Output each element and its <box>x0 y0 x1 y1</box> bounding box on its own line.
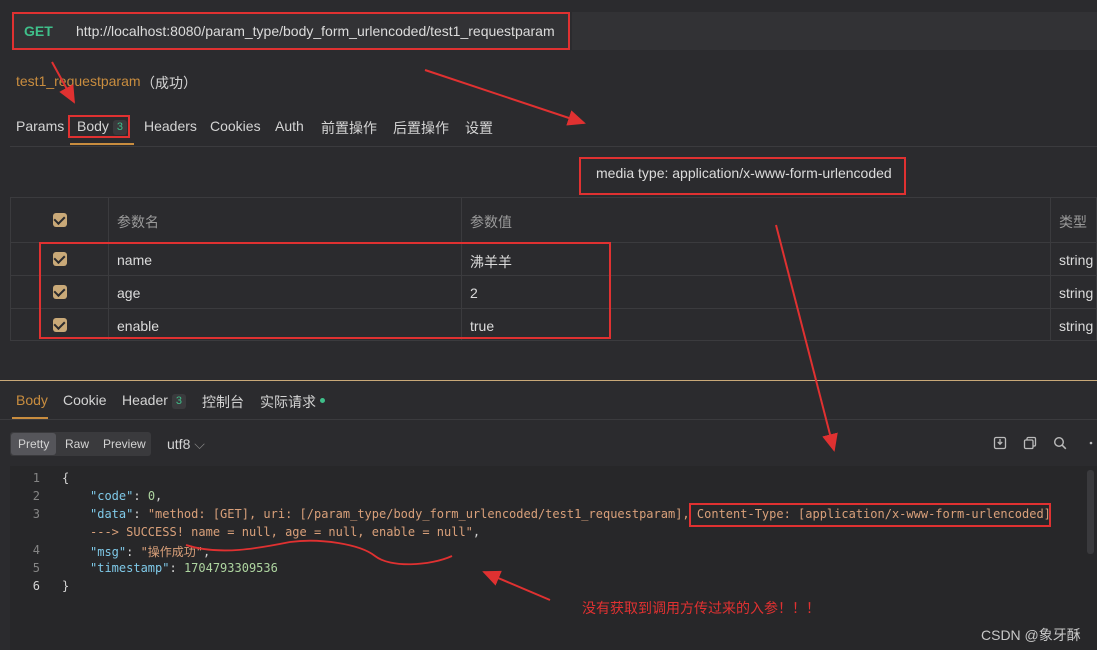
line-number: 2 <box>32 489 40 503</box>
json-string: "操作成功" <box>140 545 204 559</box>
format-pretty-button[interactable]: Pretty <box>18 437 49 451</box>
tab-headers[interactable]: Headers <box>144 118 197 134</box>
json-key: "timestamp" <box>90 561 170 575</box>
tab-active-underline <box>70 143 134 145</box>
format-preview-button[interactable]: Preview <box>103 437 146 451</box>
response-tab-body[interactable]: Body <box>16 392 48 408</box>
line-number: 1 <box>32 471 40 485</box>
table-column-divider <box>1050 197 1051 341</box>
tab-cookies[interactable]: Cookies <box>210 118 261 134</box>
arrow-icon <box>424 69 586 126</box>
search-icon[interactable] <box>1052 436 1068 452</box>
json-number: 1704793309536 <box>183 561 278 575</box>
line-number: 4 <box>32 543 40 557</box>
code-line: "timestamp": 1704793309536 <box>90 561 278 575</box>
encoding-select[interactable]: utf8 ⌵ <box>167 436 205 453</box>
line-number: 3 <box>32 507 40 521</box>
column-header-value: 参数值 <box>470 214 512 230</box>
tab-auth[interactable]: Auth <box>275 118 304 134</box>
method-label[interactable]: GET <box>24 23 53 39</box>
column-header-name: 参数名 <box>117 214 159 230</box>
code-line: "msg": "操作成功", <box>90 545 211 559</box>
tab-post-ops[interactable]: 后置操作 <box>393 118 449 138</box>
media-type-label[interactable]: media type: application/x-www-form-urlen… <box>596 165 892 181</box>
line-number: 5 <box>32 561 40 575</box>
status-dot-icon <box>320 398 325 403</box>
json-number: 0 <box>147 489 156 503</box>
json-string: "method: [GET], uri: [/param_type/body_f… <box>147 507 697 521</box>
response-tab-actual-request[interactable]: 实际请求 <box>260 392 316 412</box>
encoding-value: utf8 <box>167 436 191 452</box>
response-tab-header[interactable]: Header 3 <box>122 392 187 409</box>
response-tab-header-label: Header <box>122 392 168 408</box>
param-type-cell[interactable]: string <box>1059 318 1093 334</box>
chevron-down-icon: ⌵ <box>194 436 205 452</box>
tab-params[interactable]: Params <box>16 118 64 134</box>
more-icon[interactable] <box>1082 436 1097 452</box>
code-scrollbar[interactable] <box>1087 470 1094 554</box>
code-brace: { <box>62 471 70 485</box>
response-tabs-divider <box>0 419 1097 420</box>
code-line: ---> SUCCESS! name = null, age = null, e… <box>90 525 481 539</box>
highlight-box-body-tab <box>68 115 130 138</box>
tabs-divider <box>10 146 1097 147</box>
param-type-cell[interactable]: string <box>1059 285 1093 301</box>
api-name: test1_requestparam <box>16 73 141 89</box>
copy-icon[interactable] <box>1022 436 1038 452</box>
line-number: 6 <box>32 579 40 593</box>
select-all-checkbox[interactable] <box>53 213 67 227</box>
tab-pre-ops[interactable]: 前置操作 <box>321 118 377 138</box>
url-input-box[interactable]: GET http://localhost:8080/param_type/bod… <box>12 12 570 50</box>
annotation-text: 没有获取到调用方传过来的入参！！！ <box>582 600 820 616</box>
json-string: ---> SUCCESS! name = null, age = null, e… <box>90 525 473 539</box>
response-tab-cookie[interactable]: Cookie <box>63 392 107 408</box>
response-header-count-badge: 3 <box>171 394 187 409</box>
format-raw-button[interactable]: Raw <box>65 437 89 451</box>
save-icon[interactable] <box>992 436 1008 452</box>
watermark: CSDN @象牙酥 <box>981 627 1081 643</box>
json-key: "msg" <box>90 545 127 559</box>
column-header-type: 类型 <box>1059 214 1087 230</box>
json-key: "data" <box>90 507 134 521</box>
code-line: "code": 0, <box>90 489 163 503</box>
param-type-cell[interactable]: string <box>1059 252 1093 268</box>
panel-resize-divider[interactable] <box>0 380 1097 381</box>
json-key: "code" <box>90 489 134 503</box>
url-input[interactable]: http://localhost:8080/param_type/body_fo… <box>76 23 555 39</box>
highlight-box-param-rows <box>39 242 611 339</box>
api-status: （成功） <box>141 75 197 91</box>
response-tab-console[interactable]: 控制台 <box>202 392 244 412</box>
url-bar-extension[interactable] <box>572 12 1097 50</box>
code-brace: } <box>62 579 70 593</box>
highlight-box-content-type <box>689 503 1051 527</box>
tab-settings[interactable]: 设置 <box>465 118 493 138</box>
